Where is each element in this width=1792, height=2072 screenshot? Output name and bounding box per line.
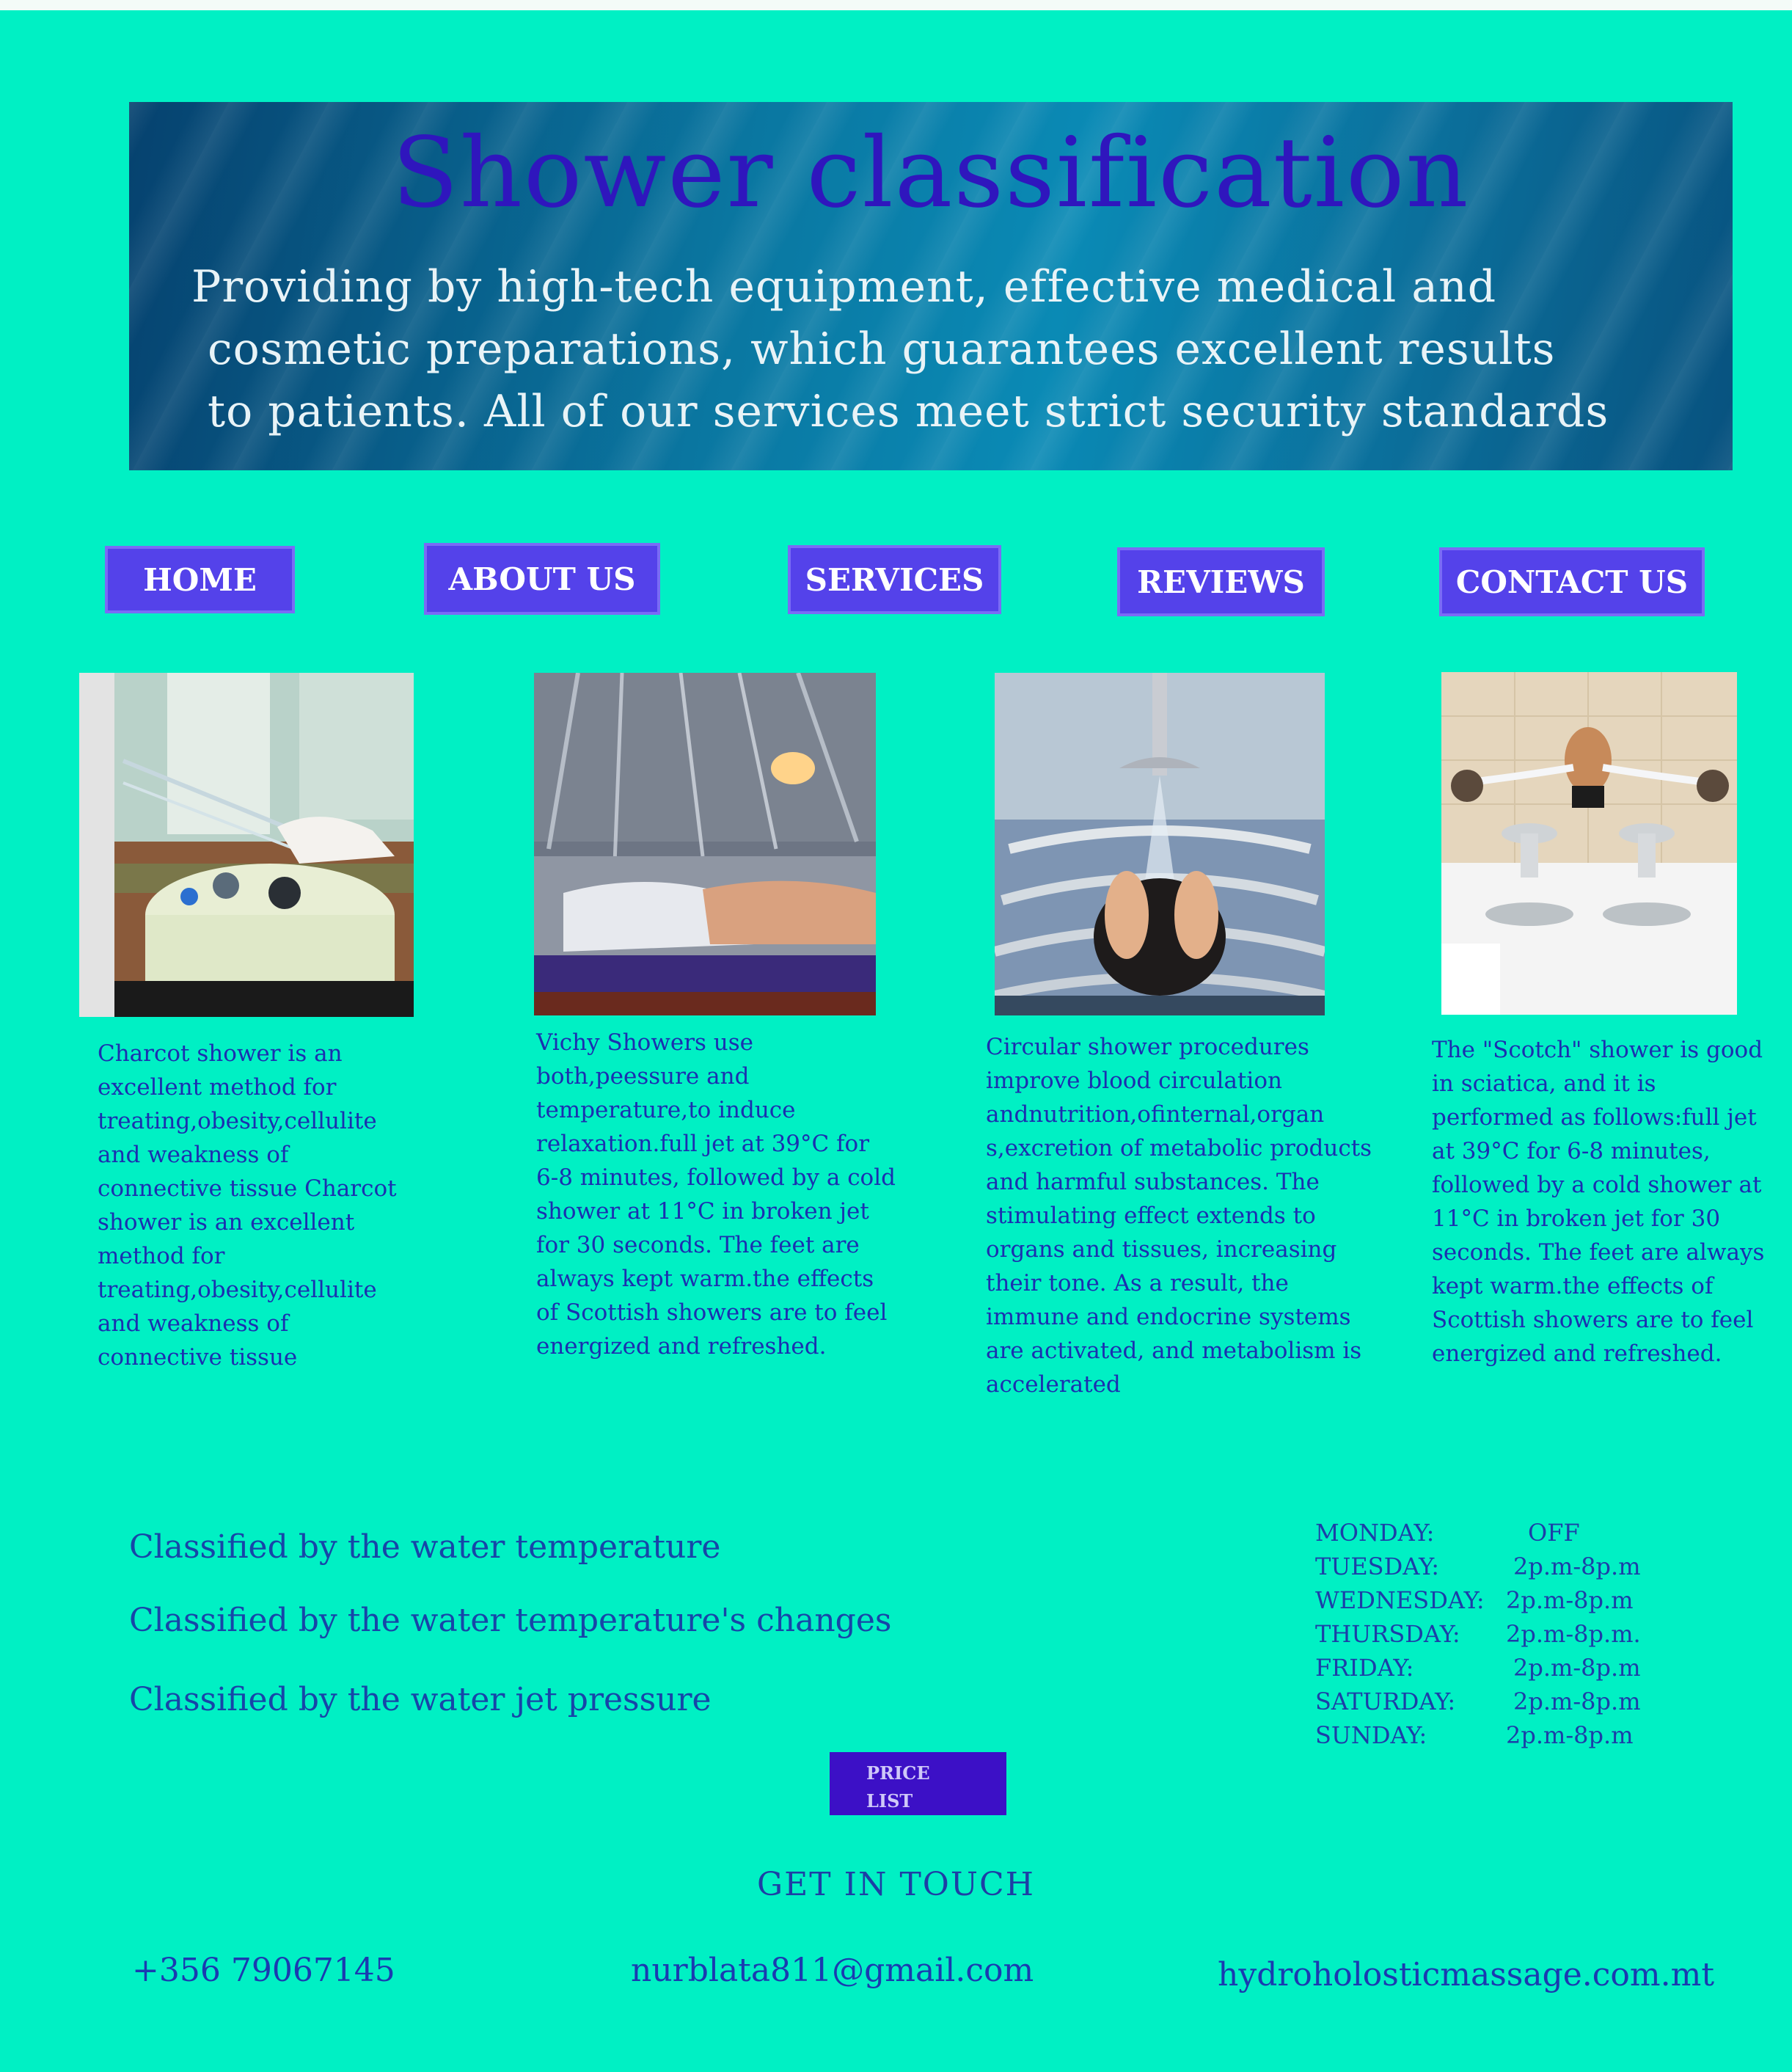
nav-services-button[interactable]: SERVICES xyxy=(788,545,1001,614)
price-list-label: LIST xyxy=(866,1790,913,1812)
scotch-shower-image xyxy=(1441,672,1737,1015)
hours-time: 2p.m-8p.m. xyxy=(1506,1620,1641,1648)
top-strip xyxy=(0,0,1792,10)
price-list-label: PRICE xyxy=(866,1762,930,1784)
banner-subtitle: Providing by high-tech equipment, effect… xyxy=(191,256,1717,443)
hours-row: THURSDAY: 2p.m-8p.m. xyxy=(1315,1617,1641,1651)
hours-row: SUNDAY: 2p.m-8p.m xyxy=(1315,1718,1641,1752)
price-list-button[interactable]: PRICE LIST xyxy=(830,1752,1006,1815)
hours-day: FRIDAY: xyxy=(1315,1654,1414,1682)
classified-item[interactable]: Classified by the water jet pressure xyxy=(129,1681,712,1718)
opening-hours: MONDAY: OFF TUESDAY: 2p.m-8p.m WEDNESDAY: 2… xyxy=(1315,1516,1641,1752)
page-title: Shower classification xyxy=(392,117,1470,230)
circular-description: Circular shower procedures improve blood… xyxy=(986,1034,1372,1398)
hours-row: WEDNESDAY: 2p.m-8p.m xyxy=(1315,1583,1641,1617)
hours-row: FRIDAY: 2p.m-8p.m xyxy=(1315,1651,1641,1685)
hours-row: MONDAY: OFF xyxy=(1315,1516,1641,1550)
get-in-touch-heading: GET IN TOUCH xyxy=(756,1866,1035,1903)
charcot-shower-image xyxy=(79,673,414,1017)
classified-item[interactable]: Classified by the water temperature xyxy=(129,1528,720,1566)
scotch-description: The "Scotch" shower is good in sciatica,… xyxy=(1432,1037,1765,1367)
page: Shower classification Providing by high-… xyxy=(0,0,1792,2072)
hours-time: 2p.m-8p.m xyxy=(1513,1553,1641,1580)
banner-subtitle-line: cosmetic preparations, which guarantees … xyxy=(208,324,1556,375)
phone-link[interactable]: +356 79067145 xyxy=(132,1952,395,1989)
header-banner: Shower classification Providing by high-… xyxy=(129,102,1733,470)
hours-row: SATURDAY: 2p.m-8p.m xyxy=(1315,1685,1641,1718)
vichy-shower-image xyxy=(534,673,876,1015)
nav-home-button[interactable]: HOME xyxy=(105,546,295,613)
hours-time: 2p.m-8p.m xyxy=(1513,1688,1641,1715)
website-link[interactable]: hydroholosticmassage.com.mt xyxy=(1218,1956,1714,1993)
classified-item[interactable]: Classified by the water temperature's ch… xyxy=(129,1602,891,1639)
hours-time: 2p.m-8p.m xyxy=(1513,1654,1641,1682)
hours-time: 2p.m-8p.m xyxy=(1506,1721,1634,1749)
nav-contact-button[interactable]: CONTACT US xyxy=(1439,547,1705,616)
hours-time: OFF xyxy=(1528,1519,1580,1547)
hours-day: SUNDAY: xyxy=(1315,1721,1427,1749)
hours-time: 2p.m-8p.m xyxy=(1506,1586,1634,1614)
nav-reviews-button[interactable]: REVIEWS xyxy=(1117,547,1325,616)
hours-day: TUESDAY: xyxy=(1315,1553,1440,1580)
hours-row: TUESDAY: 2p.m-8p.m xyxy=(1315,1550,1641,1583)
banner-subtitle-line: to patients. All of our services meet st… xyxy=(208,386,1609,437)
banner-subtitle-line: Providing by high-tech equipment, effect… xyxy=(191,261,1497,313)
hours-day: THURSDAY: xyxy=(1315,1620,1460,1648)
nav-about-button[interactable]: ABOUT US xyxy=(424,543,660,615)
circular-shower-image xyxy=(995,673,1325,1015)
hours-day: SATURDAY: xyxy=(1315,1688,1456,1715)
email-link[interactable]: nurblata811@gmail.com xyxy=(631,1952,1034,1989)
hours-day: MONDAY: xyxy=(1315,1519,1435,1547)
hours-day: WEDNESDAY: xyxy=(1315,1586,1485,1614)
vichy-description: Vichy Showers use both,peessure and temp… xyxy=(536,1029,896,1360)
charcot-description: Charcot shower is an excellent method fo… xyxy=(98,1040,397,1371)
